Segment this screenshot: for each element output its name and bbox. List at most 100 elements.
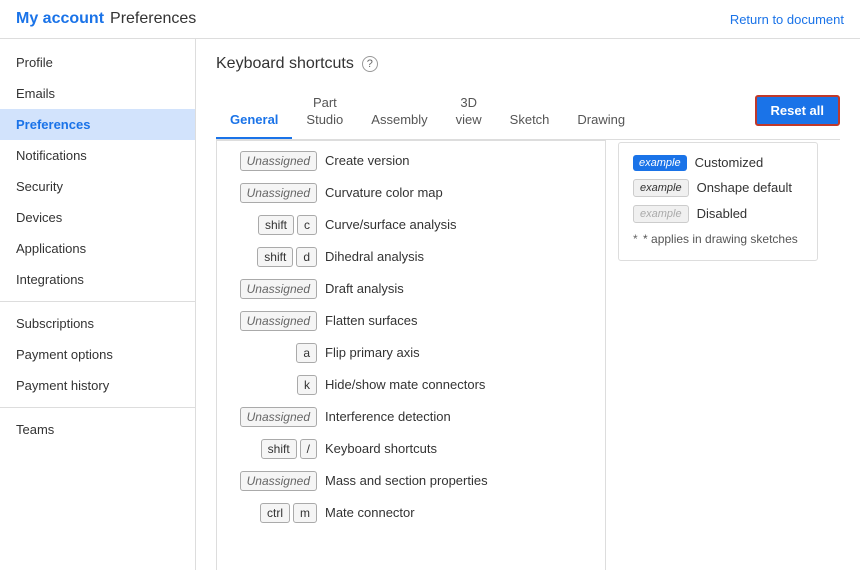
legend-row-onshape: example Onshape default [633,179,803,197]
help-icon[interactable]: ? [362,56,378,72]
key-badge[interactable]: k [297,375,317,395]
key-badge[interactable]: d [296,247,317,267]
key-combo: Unassigned [227,311,317,331]
key-combo: Unassigned [227,151,317,171]
table-row: Unassigned Draft analysis [217,273,605,305]
table-row: Unassigned Create version [217,145,605,177]
table-row: Unassigned Mass and section properties [217,465,605,497]
sidebar-item-payment-history[interactable]: Payment history [0,370,195,401]
my-account-label: My account [16,10,104,28]
shortcut-label: Curve/surface analysis [325,217,457,232]
section-title: Keyboard shortcuts [216,55,354,73]
header-title: My account Preferences [16,10,196,28]
tab-3d-view[interactable]: 3Dview [442,87,496,139]
key-badge[interactable]: / [300,439,317,459]
main-content: Keyboard shortcuts ? General PartStudio … [196,39,860,570]
section-header: Keyboard shortcuts ? [216,55,840,73]
legend-box: example Customized example Onshape defau… [618,142,818,261]
asterisk-icon: * [633,232,638,246]
shortcuts-list: Unassigned Create version Unassigned Cur… [217,141,605,533]
sidebar: Profile Emails Preferences Notifications… [0,39,196,570]
legend-row-customized: example Customized [633,155,803,171]
page-header: My account Preferences Return to documen… [0,0,860,39]
shortcut-label: Interference detection [325,409,451,424]
key-combo: shift / [227,439,317,459]
header-preferences-label: Preferences [110,10,196,28]
legend-row-disabled: example Disabled [633,205,803,223]
sidebar-item-notifications[interactable]: Notifications [0,140,195,171]
sidebar-item-integrations[interactable]: Integrations [0,264,195,295]
key-badge[interactable]: shift [257,247,293,267]
sidebar-item-emails[interactable]: Emails [0,78,195,109]
table-row: Unassigned Flatten surfaces [217,305,605,337]
unassigned-badge[interactable]: Unassigned [240,151,317,171]
key-badge[interactable]: c [297,215,317,235]
page-layout: Profile Emails Preferences Notifications… [0,39,860,570]
legend-text-disabled: Disabled [697,206,748,221]
legend-text-customized: Customized [695,155,764,170]
key-combo: Unassigned [227,279,317,299]
legend-example-onshape: example [633,179,689,197]
shortcut-label: Hide/show mate connectors [325,377,485,392]
shortcut-label: Keyboard shortcuts [325,441,437,456]
shortcuts-area: Unassigned Create version Unassigned Cur… [216,140,840,570]
table-row: ctrl m Mate connector [217,497,605,529]
return-to-document-link[interactable]: Return to document [730,12,844,27]
shortcut-label: Dihedral analysis [325,249,424,264]
key-combo: Unassigned [227,407,317,427]
shortcuts-list-container[interactable]: Unassigned Create version Unassigned Cur… [216,140,606,570]
sidebar-item-applications[interactable]: Applications [0,233,195,264]
table-row: Unassigned Curvature color map [217,177,605,209]
legend-example-disabled: example [633,205,689,223]
table-row: k Hide/show mate connectors [217,369,605,401]
unassigned-badge[interactable]: Unassigned [240,311,317,331]
key-combo: a [227,343,317,363]
key-combo: ctrl m [227,503,317,523]
tab-sketch[interactable]: Sketch [496,104,564,139]
key-combo: shift c [227,215,317,235]
sidebar-item-subscriptions[interactable]: Subscriptions [0,308,195,339]
shortcut-label: Create version [325,153,410,168]
key-badge[interactable]: ctrl [260,503,290,523]
legend-text-onshape: Onshape default [697,180,792,195]
shortcut-label: Mate connector [325,505,415,520]
tab-part-studio[interactable]: PartStudio [292,87,357,139]
key-combo: shift d [227,247,317,267]
table-row: a Flip primary axis [217,337,605,369]
key-combo: Unassigned [227,471,317,491]
key-badge[interactable]: shift [261,439,297,459]
legend-note: * * applies in drawing sketches [633,231,803,248]
sidebar-item-profile[interactable]: Profile [0,47,195,78]
key-badge[interactable]: shift [258,215,294,235]
shortcut-label: Flip primary axis [325,345,420,360]
sidebar-item-security[interactable]: Security [0,171,195,202]
sidebar-divider-2 [0,407,195,408]
key-combo: Unassigned [227,183,317,203]
sidebar-item-teams[interactable]: Teams [0,414,195,445]
table-row: shift c Curve/surface analysis [217,209,605,241]
key-badge[interactable]: m [293,503,317,523]
key-combo: k [227,375,317,395]
table-row: Unassigned Interference detection [217,401,605,433]
unassigned-badge[interactable]: Unassigned [240,183,317,203]
sidebar-divider-1 [0,301,195,302]
shortcut-label: Draft analysis [325,281,404,296]
sidebar-item-preferences[interactable]: Preferences [0,109,195,140]
sidebar-item-payment-options[interactable]: Payment options [0,339,195,370]
tabs-row: General PartStudio Assembly 3Dview Sketc… [216,87,840,140]
shortcut-label: Flatten surfaces [325,313,418,328]
reset-all-button[interactable]: Reset all [755,95,840,126]
unassigned-badge[interactable]: Unassigned [240,279,317,299]
shortcut-label: Curvature color map [325,185,443,200]
tabs-container: General PartStudio Assembly 3Dview Sketc… [216,87,639,139]
tab-drawing[interactable]: Drawing [563,104,639,139]
key-badge[interactable]: a [296,343,317,363]
shortcut-label: Mass and section properties [325,473,488,488]
tab-general[interactable]: General [216,104,292,139]
unassigned-badge[interactable]: Unassigned [240,471,317,491]
unassigned-badge[interactable]: Unassigned [240,407,317,427]
tab-assembly[interactable]: Assembly [357,104,441,139]
legend-example-customized: example [633,155,687,171]
sidebar-item-devices[interactable]: Devices [0,202,195,233]
table-row: shift d Dihedral analysis [217,241,605,273]
